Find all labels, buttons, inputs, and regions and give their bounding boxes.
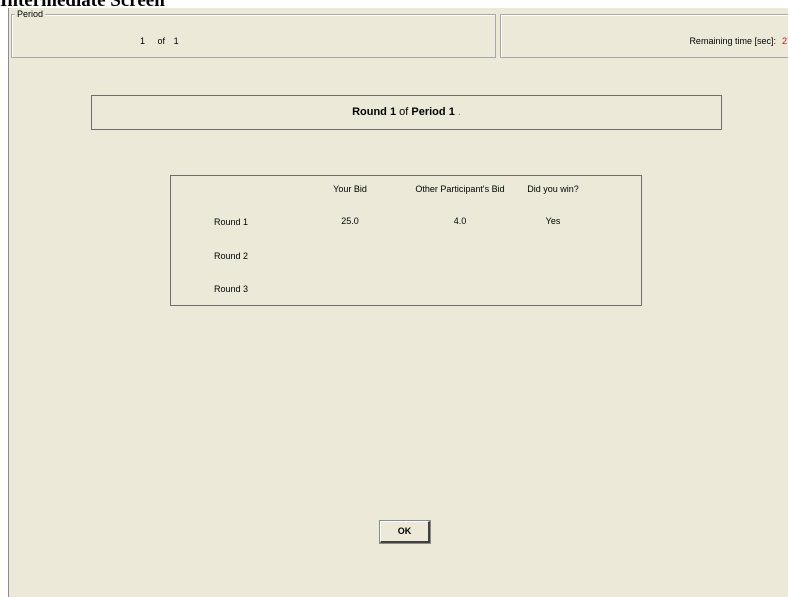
period-current: 1 xyxy=(140,36,146,46)
remaining-time: Remaining time [sec]: 27 xyxy=(689,36,788,46)
period-box: Period 1 of 1 xyxy=(11,8,496,58)
row-3-label: Round 3 xyxy=(213,284,249,294)
period-total: 1 xyxy=(173,36,179,46)
round-banner: Round 1 of Period 1 . xyxy=(91,95,722,130)
row-1-label: Round 1 xyxy=(213,217,249,227)
row-1-won: Yes xyxy=(545,216,561,226)
banner-period-number: 1 xyxy=(448,106,455,118)
header-other-bid: Other Participant's Bid xyxy=(415,184,505,194)
banner-round-word: Round xyxy=(352,106,387,118)
period-counter: 1 of 1 xyxy=(140,36,179,46)
timer-box: Remaining time [sec]: 27 xyxy=(500,14,788,58)
header-your-bid: Your Bid xyxy=(333,184,367,194)
remaining-time-label: Remaining time [sec]: xyxy=(689,36,776,46)
remaining-time-value: 27 xyxy=(781,36,788,46)
banner-round-number: 1 xyxy=(389,106,397,118)
header-did-you-win: Did you win? xyxy=(527,184,579,194)
banner-trailing: . xyxy=(457,106,461,118)
period-box-title: Period xyxy=(15,8,46,20)
banner-of-word: of xyxy=(399,106,409,118)
results-table: Your Bid Other Participant's Bid Did you… xyxy=(170,175,642,306)
row-2-label: Round 2 xyxy=(213,251,249,261)
ok-button[interactable]: OK xyxy=(379,520,431,544)
row-1-other-bid: 4.0 xyxy=(453,216,467,226)
period-of-label: of xyxy=(157,36,166,46)
banner-period-word: Period xyxy=(411,106,446,118)
ztree-window: Period 1 of 1 Remaining time [sec]: 27 Ro… xyxy=(8,8,788,597)
row-1-your-bid: 25.0 xyxy=(341,216,359,226)
